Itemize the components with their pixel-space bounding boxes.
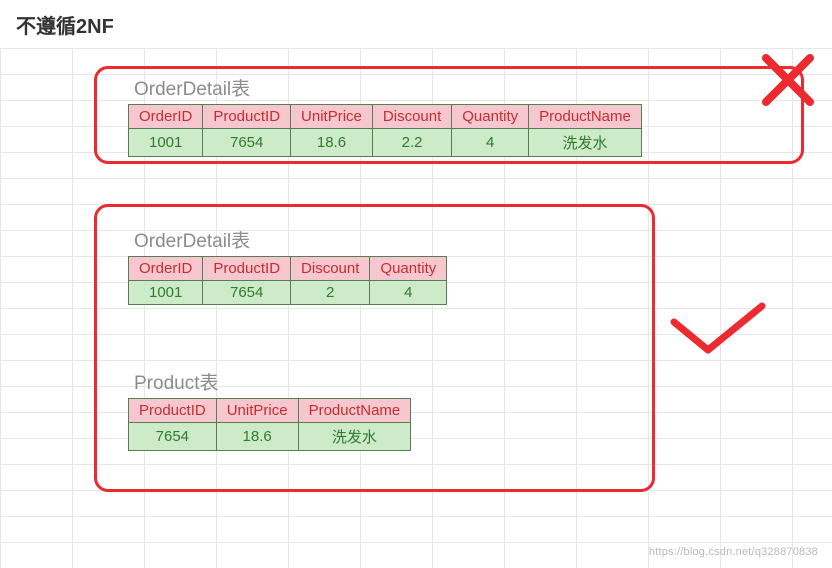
cell: 18.6 bbox=[216, 423, 298, 451]
col-header: ProductID bbox=[203, 257, 291, 281]
table-caption: OrderDetail表 bbox=[128, 74, 642, 104]
col-header: OrderID bbox=[129, 105, 203, 129]
table-header-row: OrderID ProductID UnitPrice Discount Qua… bbox=[129, 105, 642, 129]
table-product: Product表 ProductID UnitPrice ProductName… bbox=[128, 368, 411, 451]
col-header: Quantity bbox=[370, 257, 447, 281]
col-header: ProductID bbox=[203, 105, 291, 129]
col-header: UnitPrice bbox=[291, 105, 373, 129]
cell: 洗发水 bbox=[529, 129, 642, 157]
cell: 7654 bbox=[203, 129, 291, 157]
cell: 洗发水 bbox=[298, 423, 411, 451]
table-caption: Product表 bbox=[128, 368, 411, 398]
col-header: Discount bbox=[291, 257, 370, 281]
cell: 4 bbox=[370, 281, 447, 305]
col-header: Quantity bbox=[452, 105, 529, 129]
table-header-row: OrderID ProductID Discount Quantity bbox=[129, 257, 447, 281]
table-row: 7654 18.6 洗发水 bbox=[129, 423, 411, 451]
table-orderdetail-good: OrderDetail表 OrderID ProductID Discount … bbox=[128, 226, 447, 305]
cell: 4 bbox=[452, 129, 529, 157]
cell: 7654 bbox=[129, 423, 217, 451]
col-header: Discount bbox=[372, 105, 451, 129]
cell: 2.2 bbox=[372, 129, 451, 157]
table-caption: OrderDetail表 bbox=[128, 226, 447, 256]
cell: 1001 bbox=[129, 129, 203, 157]
table-header-row: ProductID UnitPrice ProductName bbox=[129, 399, 411, 423]
col-header: UnitPrice bbox=[216, 399, 298, 423]
page-title: 不遵循2NF bbox=[16, 10, 114, 39]
col-header: ProductName bbox=[529, 105, 642, 129]
watermark: https://blog.csdn.net/q328870838 bbox=[649, 546, 818, 558]
cell: 2 bbox=[291, 281, 370, 305]
col-header: OrderID bbox=[129, 257, 203, 281]
cell: 18.6 bbox=[291, 129, 373, 157]
col-header: ProductID bbox=[129, 399, 217, 423]
cell: 1001 bbox=[129, 281, 203, 305]
check-icon bbox=[668, 300, 768, 360]
table-orderdetail-bad: OrderDetail表 OrderID ProductID UnitPrice… bbox=[128, 74, 642, 157]
table-row: 1001 7654 2 4 bbox=[129, 281, 447, 305]
table-row: 1001 7654 18.6 2.2 4 洗发水 bbox=[129, 129, 642, 157]
col-header: ProductName bbox=[298, 399, 411, 423]
cross-icon bbox=[760, 52, 816, 108]
cell: 7654 bbox=[203, 281, 291, 305]
